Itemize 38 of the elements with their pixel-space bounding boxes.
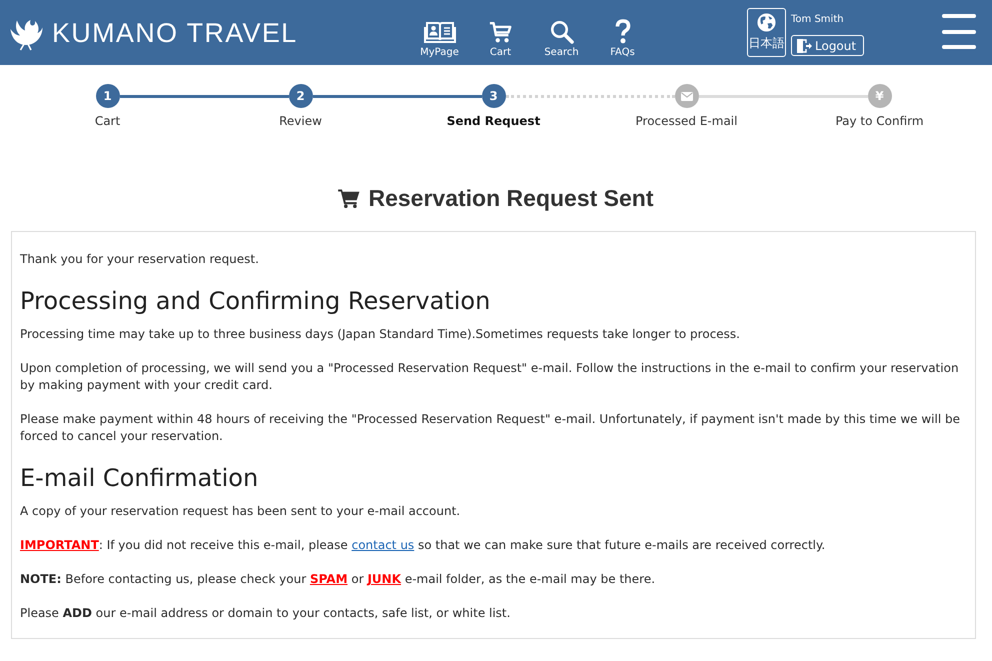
- paragraph: Please ADD our e-mail address or domain to your contacts, safe list, or white list.: [20, 605, 512, 622]
- cart-icon: [488, 20, 512, 44]
- step-indicator: 2: [288, 84, 312, 108]
- paragraph: IMPORTANT: If you did not receive this e-mail, please contact us so that we can make sure that future e-mails are received correctly.: [20, 537, 826, 554]
- paragraph: NOTE: Before contacting us, please check your SPAM or JUNK e-mail folder, as the e-mail may be there.: [20, 571, 656, 588]
- user-name: Tom Smith: [791, 14, 845, 26]
- step-label: Processed E-mail: [636, 113, 738, 130]
- step-indicator: ¥: [868, 84, 892, 108]
- page-title: Reservation Request Sent: [368, 184, 654, 212]
- step-label: Send Request: [446, 113, 540, 130]
- step-label: Pay to Confirm: [835, 113, 924, 130]
- paragraph: A copy of your reservation request has been sent to your e-mail account.: [20, 503, 462, 520]
- paragraph: Thank you for your reservation request.: [20, 251, 260, 268]
- section-heading: E-mail Confirmation: [20, 463, 260, 494]
- cart-icon: [338, 188, 360, 208]
- paragraph: Please make payment within 48 hours of receiving the "Processed Reservation Request" e-mail. Unfortunately, if payment isn't made by this time we will be forced to cancel your reservation.: [20, 411, 961, 445]
- step-indicator: 3: [482, 84, 506, 108]
- nav-link[interactable]: Search: [531, 0, 592, 65]
- contact-link[interactable]: contact us: [352, 538, 414, 552]
- paragraph: Processing time may take up to three business days (Japan Standard Time).Sometimes requests take longer to process.: [20, 326, 741, 343]
- book-icon: [424, 20, 456, 44]
- logout-button[interactable]: Logout: [791, 35, 864, 56]
- logo-text: KUMANO TRAVEL: [52, 16, 298, 48]
- language-button[interactable]: 日本語: [747, 8, 786, 57]
- section-heading: Processing and Confirming Reservation: [20, 286, 492, 317]
- menu-icon[interactable]: [942, 14, 976, 49]
- globe-icon: [757, 13, 776, 32]
- nav-link[interactable]: Cart: [470, 0, 531, 65]
- step-label: Review: [279, 113, 322, 130]
- search-icon: [550, 20, 574, 44]
- nav-link[interactable]: MyPage: [409, 0, 470, 65]
- step-indicator: 1: [96, 84, 120, 108]
- question-mark-icon: [614, 19, 630, 44]
- exit-door-icon: [796, 38, 812, 54]
- step-label: Cart: [94, 113, 120, 130]
- paragraph: Upon completion of processing, we will send you a "Processed Reservation Request" e-mail. Follow the instructions in the e-mail to confirm your reservation by making payment with your credit card.: [20, 360, 960, 394]
- envelope-icon: [680, 92, 692, 100]
- nav-link[interactable]: FAQs: [592, 0, 653, 65]
